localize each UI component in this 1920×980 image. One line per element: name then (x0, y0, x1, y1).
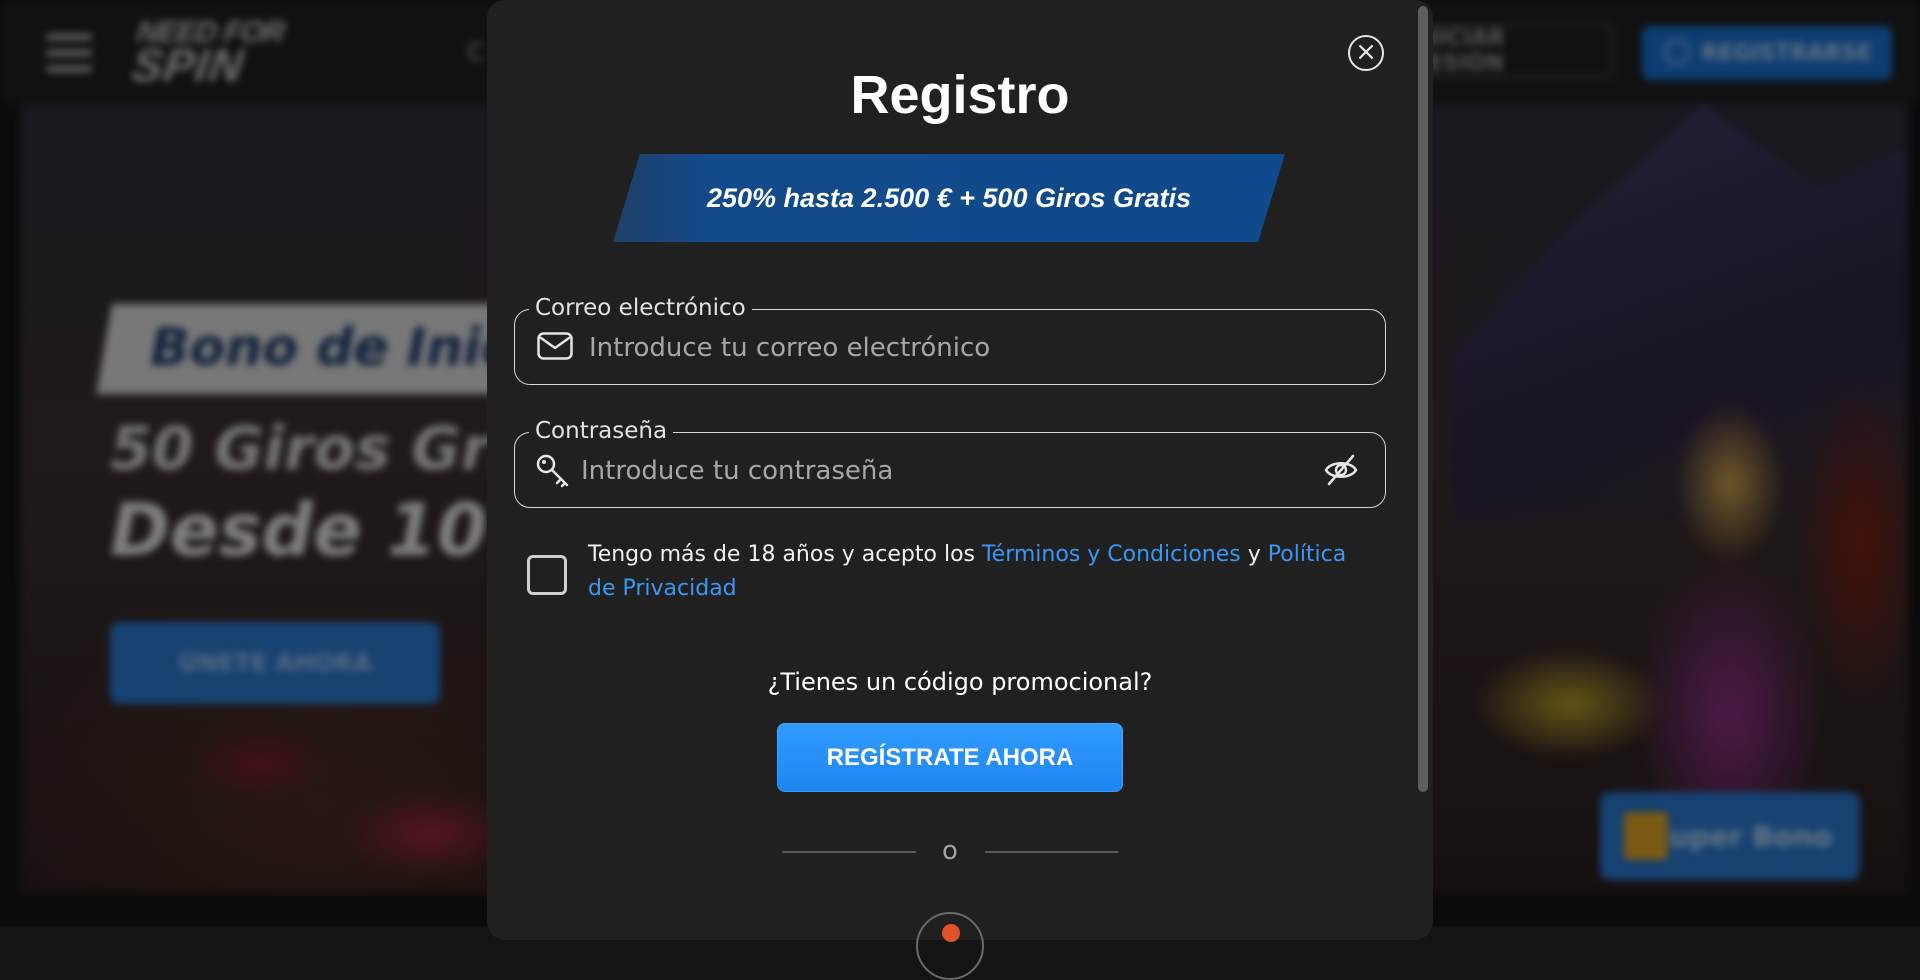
modal-title: Registro (850, 65, 1070, 125)
divider-text: o (942, 836, 958, 866)
terms-prefix: Tengo más de 18 años y acepto los (588, 542, 982, 567)
password-input[interactable] (579, 433, 1313, 508)
key-icon (536, 454, 569, 488)
email-input[interactable] (587, 310, 1371, 385)
terms-link[interactable]: Términos y Condiciones (982, 542, 1241, 567)
divider-line-right (985, 851, 1118, 853)
register-now-button[interactable]: REGÍSTRATE AHORA (777, 723, 1123, 792)
close-icon: × (1355, 37, 1377, 67)
divider-line-left (782, 851, 916, 853)
eye-slash-icon[interactable] (1323, 453, 1359, 487)
email-field: Correo electrónico (514, 295, 1386, 385)
terms-checkbox[interactable] (527, 555, 567, 595)
envelope-icon (537, 332, 573, 360)
promo-banner-text: 250% hasta 2.500 € + 500 Giros Gratis (706, 182, 1192, 213)
terms-conjunction: y (1240, 542, 1268, 567)
password-field: Contraseña (514, 418, 1386, 508)
promo-code-toggle[interactable]: ¿Tienes un código promocional? (487, 668, 1433, 696)
terms-text: Tengo más de 18 años y acepto los Términ… (588, 538, 1368, 606)
social-login-button[interactable] (916, 912, 984, 980)
